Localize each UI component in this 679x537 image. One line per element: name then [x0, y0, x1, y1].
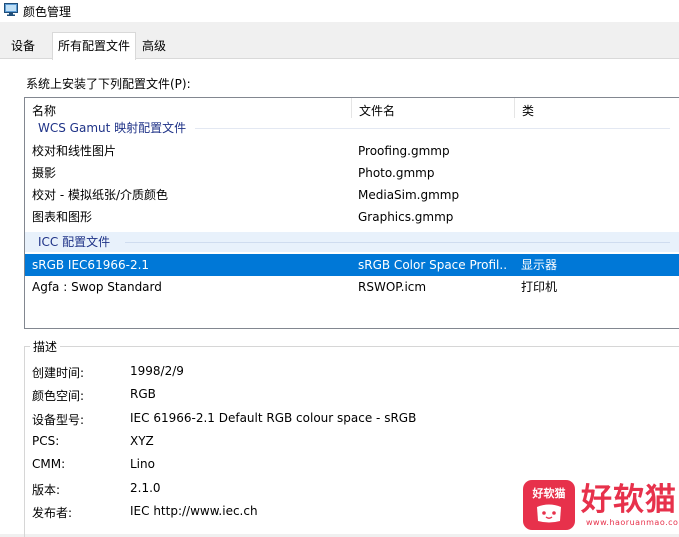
list-item[interactable]: 校对和线性图片 Proofing.gmmp	[25, 140, 679, 162]
profile-name: 校对和线性图片	[32, 144, 117, 158]
device-model-value: IEC 61966-2.1 Default RGB colour space -…	[130, 411, 417, 425]
publisher-label: 发布者:	[32, 506, 73, 520]
list-item-selected[interactable]: sRGB IEC61966-2.1 sRGB Color Space Profi…	[25, 254, 679, 276]
device-model-label: 设备型号:	[32, 413, 85, 427]
title-bar: 颜色管理	[0, 0, 679, 22]
profile-filename: RSWOP.icm	[358, 280, 427, 294]
publisher-value: IEC http://www.iec.ch	[130, 504, 258, 518]
profile-class: 打印机	[521, 280, 558, 294]
pcs-label: PCS:	[32, 434, 60, 448]
cat-badge: 好软猫	[523, 480, 575, 530]
tab-devices[interactable]: 设备	[5, 34, 42, 58]
cmm-value: Lino	[130, 457, 155, 471]
colorspace-value: RGB	[130, 387, 156, 401]
profile-name: sRGB IEC61966-2.1	[32, 258, 150, 272]
description-title: 描述	[30, 338, 61, 355]
cmm-label: CMM:	[32, 457, 66, 471]
group-label: WCS Gamut 映射配置文件	[38, 118, 191, 138]
profile-class: 显示器	[521, 258, 558, 272]
version-value: 2.1.0	[130, 481, 161, 495]
group-divider	[125, 242, 670, 243]
colorspace-label: 颜色空间:	[32, 389, 85, 403]
profile-filename: Photo.gmmp	[358, 166, 435, 180]
group-header-icc[interactable]: ICC 配置文件	[25, 232, 679, 252]
profile-filename: Proofing.gmmp	[358, 144, 450, 158]
tab-all-profiles[interactable]: 所有配置文件	[52, 32, 137, 60]
badge-text: 好软猫	[532, 487, 566, 500]
profile-filename: sRGB Color Space Profil...	[358, 258, 508, 272]
tab-advanced[interactable]: 高级	[136, 34, 173, 58]
list-item[interactable]: 摄影 Photo.gmmp	[25, 162, 679, 184]
group-header-wcs[interactable]: WCS Gamut 映射配置文件	[25, 118, 679, 138]
pcs-value: XYZ	[130, 434, 154, 448]
profile-name: 摄影	[32, 166, 57, 180]
version-label: 版本:	[32, 483, 61, 497]
group-divider	[195, 128, 670, 129]
cat-face-icon	[537, 504, 561, 523]
profiles-list[interactable]: 名称 文件名 类 WCS Gamut 映射配置文件 校对和线性图片 Proofi…	[24, 97, 679, 329]
window-title: 颜色管理	[23, 5, 72, 19]
monitor-icon	[4, 3, 18, 16]
watermark-logo: 好软猫 好软猫 www.haoruanmao.com	[523, 480, 679, 533]
list-item[interactable]: 校对 - 模拟纸张/介质颜色 MediaSim.gmmp	[25, 184, 679, 206]
profile-filename: Graphics.gmmp	[358, 210, 454, 224]
list-item[interactable]: 图表和图形 Graphics.gmmp	[25, 206, 679, 228]
brand-url: www.haoruanmao.com	[586, 518, 679, 527]
profile-name: 校对 - 模拟纸张/介质颜色	[32, 188, 169, 202]
profile-name: Agfa : Swop Standard	[32, 280, 162, 294]
list-item[interactable]: Agfa : Swop Standard RSWOP.icm 打印机	[25, 276, 679, 298]
created-label: 创建时间:	[32, 366, 85, 380]
group-label: ICC 配置文件	[38, 232, 115, 252]
created-value: 1998/2/9	[130, 364, 184, 378]
profiles-list-caption: 系统上安装了下列配置文件(P):	[26, 77, 191, 91]
brand-text: 好软猫	[581, 482, 677, 518]
profile-name: 图表和图形	[32, 210, 93, 224]
profile-filename: MediaSim.gmmp	[358, 188, 460, 202]
